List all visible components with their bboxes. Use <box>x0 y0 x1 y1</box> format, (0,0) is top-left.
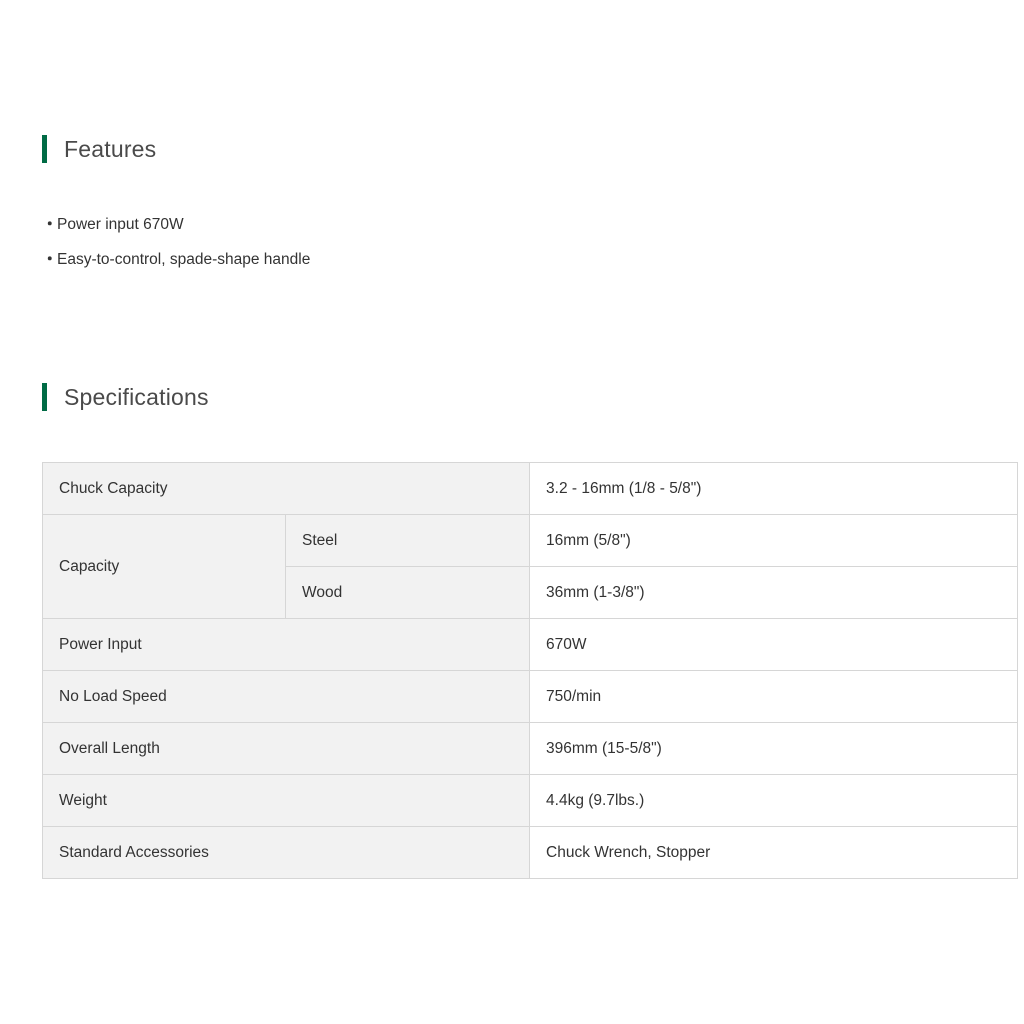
spec-value: 16mm (5/8") <box>529 514 1019 567</box>
spec-label: Chuck Capacity <box>41 462 531 515</box>
feature-item: ・ Easy-to-control, spade-shape handle <box>42 247 310 282</box>
spec-value: 3.2 - 16mm (1/8 - 5/8") <box>529 462 1019 515</box>
spec-sublabel: Steel <box>284 514 531 567</box>
feature-text: Power input 670W <box>57 216 184 233</box>
spec-value: 396mm (15-5/8") <box>529 722 1019 775</box>
spec-value: Chuck Wrench, Stopper <box>529 826 1019 879</box>
spec-label: Overall Length <box>41 722 531 775</box>
spec-label: No Load Speed <box>41 670 531 723</box>
table-row: Capacity Steel 16mm (5/8") <box>42 514 1019 619</box>
table-row: Chuck Capacity 3.2 - 16mm (1/8 - 5/8") <box>41 462 1019 515</box>
bullet-icon: ・ <box>42 251 58 268</box>
spec-sublabel: Wood <box>284 566 531 619</box>
feature-item: ・ Power input 670W <box>42 212 310 247</box>
spec-label: Weight <box>41 774 531 827</box>
spec-label: Power Input <box>41 618 531 671</box>
spec-value: 750/min <box>529 670 1019 723</box>
spec-value: 670W <box>529 618 1019 671</box>
spec-value: 36mm (1-3/8") <box>529 566 1019 619</box>
spec-value: 4.4kg (9.7lbs.) <box>529 774 1019 827</box>
table-row: Power Input 670W <box>41 618 1019 671</box>
features-title: Features <box>64 135 157 162</box>
specifications-heading: Specifications <box>42 382 209 412</box>
table-row: Standard Accessories Chuck Wrench, Stopp… <box>41 826 1019 879</box>
features-heading: Features <box>42 134 156 164</box>
spec-label: Capacity <box>42 514 286 619</box>
heading-accent-bar <box>42 383 47 411</box>
feature-text: Easy-to-control, spade-shape handle <box>57 251 311 268</box>
table-row: Weight 4.4kg (9.7lbs.) <box>41 774 1019 827</box>
spec-label: Standard Accessories <box>41 826 531 879</box>
specifications-table: Chuck Capacity 3.2 - 16mm (1/8 - 5/8") C… <box>41 462 1019 879</box>
table-row: No Load Speed 750/min <box>41 670 1019 723</box>
heading-accent-bar <box>42 135 47 163</box>
table-row: Overall Length 396mm (15-5/8") <box>41 722 1019 775</box>
specifications-title: Specifications <box>64 383 209 410</box>
features-list: ・ Power input 670W ・ Easy-to-control, sp… <box>42 212 310 282</box>
bullet-icon: ・ <box>42 216 58 233</box>
